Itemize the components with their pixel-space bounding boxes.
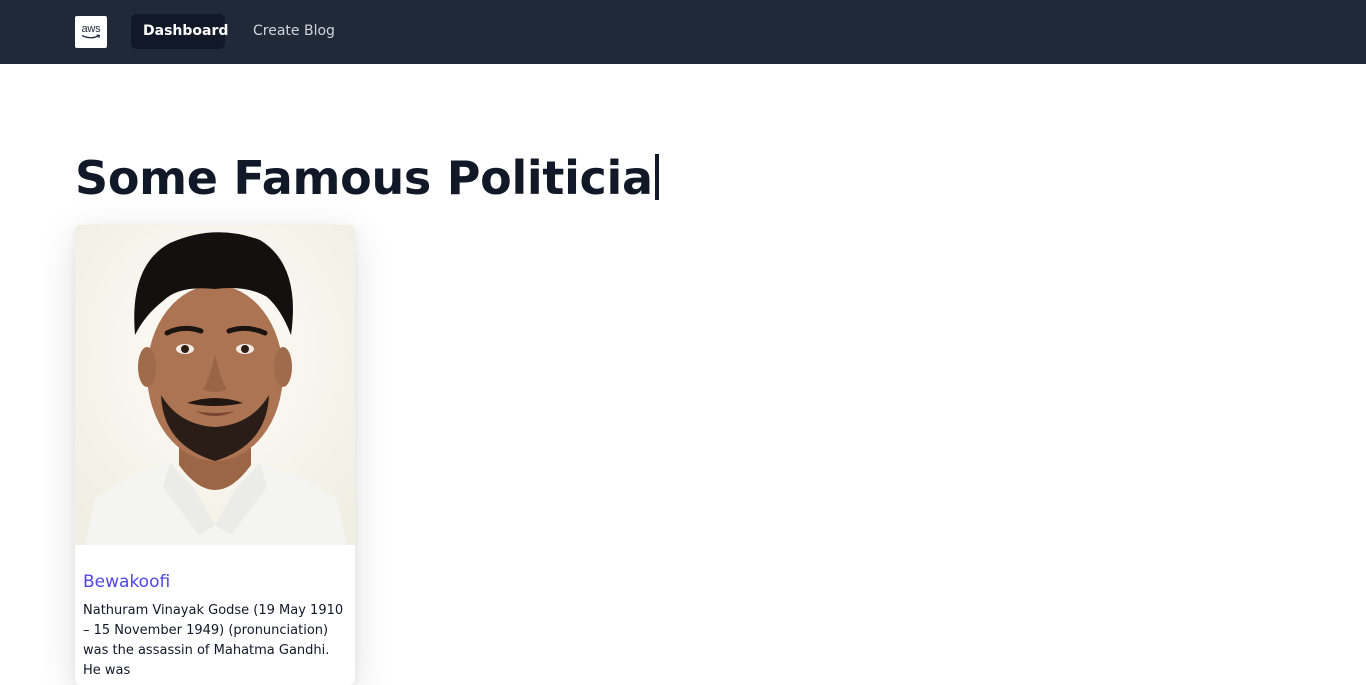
portrait-photo bbox=[75, 225, 355, 545]
card-image bbox=[75, 225, 355, 545]
nav-create-blog[interactable]: Create Blog bbox=[241, 14, 347, 49]
aws-smile-icon bbox=[81, 33, 101, 38]
aws-logo-icon[interactable]: aws bbox=[75, 16, 107, 48]
card-title[interactable]: Bewakoofi bbox=[83, 570, 170, 594]
page-title: Some Famous Politicia bbox=[75, 148, 659, 208]
logo-text: aws bbox=[81, 22, 101, 35]
top-navbar: aws Dashboard Create Blog bbox=[0, 0, 1366, 64]
card-description: Nathuram Vinayak Godse (19 May 1910 – 15… bbox=[83, 603, 344, 678]
page-title-text: Some Famous Politicia bbox=[75, 151, 653, 205]
typing-cursor bbox=[654, 154, 659, 200]
nav-dashboard[interactable]: Dashboard bbox=[131, 14, 228, 49]
blog-card[interactable]: Bewakoofi Nathuram Vinayak Godse (19 May… bbox=[75, 225, 355, 685]
